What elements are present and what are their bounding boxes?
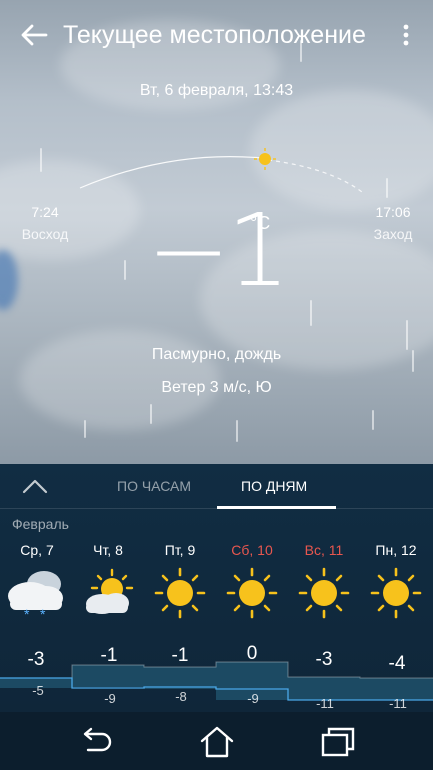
page-title: Текущее местоположение: [63, 21, 366, 49]
sun-icon: [144, 566, 216, 620]
tab-active-indicator: [217, 506, 336, 509]
system-navigation-bar: [0, 712, 433, 770]
day-low-temp: -9: [104, 691, 116, 706]
day-low-temp: -11: [316, 696, 334, 711]
day-label: Чт, 8: [93, 542, 123, 558]
day-label: Пн, 12: [375, 542, 417, 558]
day-label: Пт, 9: [164, 542, 196, 558]
nav-home-icon[interactable]: [197, 724, 237, 760]
app-toolbar: Текущее местоположение: [0, 0, 433, 70]
sun-icon: [288, 566, 360, 620]
sun-icon: [216, 566, 288, 620]
current-date: Вт, 6 февраля, 13:43: [139, 82, 294, 99]
forecast-month: Февраль: [12, 516, 69, 532]
chevron-up-icon[interactable]: [20, 476, 50, 496]
day-label: Ср, 7: [20, 542, 54, 558]
nav-back-icon[interactable]: [76, 724, 116, 760]
snowflake-icon: *: [40, 606, 46, 622]
day-label-weekend: Вс, 11: [304, 542, 344, 558]
current-temperature: −1: [146, 192, 290, 309]
forecast-tabs: ПО ЧАСАМ ПО ДНЯМ: [0, 464, 433, 509]
sun-icon: [360, 566, 432, 620]
day-label-weekend: Сб, 10: [231, 542, 273, 558]
day-high-temp: -3: [27, 649, 45, 670]
weather-condition: Пасмурно, дождь: [151, 346, 282, 363]
sun-path-arc: [79, 148, 363, 193]
day-high-temp: -1: [100, 645, 118, 666]
snowflake-icon: *: [24, 606, 30, 622]
nav-recents-icon[interactable]: [318, 724, 358, 760]
weather-hero: Текущее местоположение Вт, 6 февраля, 13…: [0, 0, 433, 464]
rain-drop: [150, 404, 152, 424]
cloud-snow-icon: * *: [0, 566, 72, 622]
temperature-unit: °C: [250, 213, 271, 233]
rain-drop: [84, 420, 86, 438]
rain-drop: [372, 410, 374, 430]
tab-daily[interactable]: ПО ДНЯМ: [241, 478, 307, 494]
day-high-temp: -4: [388, 653, 406, 674]
day-high-temp: 0: [246, 643, 258, 664]
day-high-temp: -3: [315, 649, 333, 670]
day-low-temp: -9: [247, 691, 259, 706]
tab-hourly[interactable]: ПО ЧАСАМ: [117, 478, 191, 494]
day-high-temp: -1: [171, 645, 189, 666]
rain-drop: [236, 420, 238, 442]
day-low-temp: -5: [32, 683, 44, 698]
wind-info: Ветер 3 м/с, Ю: [161, 379, 272, 396]
back-arrow-icon[interactable]: [18, 20, 50, 50]
sun-position-icon: [254, 148, 276, 170]
day-low-temp: -11: [389, 696, 407, 711]
more-vertical-icon[interactable]: [396, 22, 416, 48]
day-low-temp: -8: [175, 689, 187, 704]
partly-cloudy-icon: [72, 566, 144, 620]
